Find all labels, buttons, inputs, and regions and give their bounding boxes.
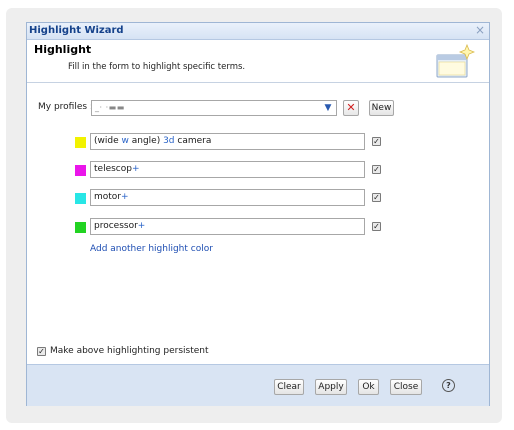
persistent-label: Make above highlighting persistent bbox=[50, 346, 209, 356]
new-profile-button[interactable]: New bbox=[369, 100, 394, 116]
color-swatch[interactable] bbox=[75, 193, 86, 204]
persistent-option[interactable]: ✓ Make above highlighting persistent bbox=[37, 346, 209, 356]
term-text: camera bbox=[174, 136, 212, 146]
color-swatch[interactable] bbox=[75, 222, 86, 233]
term-operator: + bbox=[131, 164, 140, 174]
persistent-checkbox[interactable]: ✓ bbox=[37, 347, 46, 356]
term-input[interactable]: processor+ bbox=[90, 218, 365, 235]
enable-checkbox[interactable]: ✓ bbox=[372, 137, 381, 146]
window-title: Highlight Wizard bbox=[29, 25, 124, 36]
close-icon[interactable]: × bbox=[475, 24, 485, 36]
button-bar: Clear Apply Ok Close ? bbox=[27, 364, 489, 406]
highlight-wizard-dialog: Highlight Wizard × Highlight Fill in the… bbox=[26, 22, 490, 406]
highlight-row: motor+ ✓ bbox=[75, 189, 415, 206]
term-operator: w bbox=[121, 136, 129, 146]
term-text: telescop bbox=[94, 164, 132, 174]
term-operator: + bbox=[137, 221, 146, 231]
term-input[interactable]: telescop+ bbox=[90, 161, 365, 178]
enable-checkbox[interactable]: ✓ bbox=[372, 165, 381, 174]
header-subtitle: Fill in the form to highlight specific t… bbox=[68, 62, 246, 72]
term-text: angle) bbox=[128, 136, 164, 146]
wizard-header: Highlight Fill in the form to highlight … bbox=[27, 40, 489, 83]
clear-button[interactable]: Clear bbox=[274, 379, 304, 395]
title-bar: Highlight Wizard × bbox=[27, 23, 489, 40]
delete-profile-button[interactable]: ✕ bbox=[343, 100, 359, 116]
profile-select[interactable]: _· ·▬▬ ▼ bbox=[91, 100, 337, 116]
color-swatch[interactable] bbox=[75, 165, 86, 176]
term-input[interactable]: motor+ bbox=[90, 189, 365, 206]
highlight-row: (wide w angle) 3d camera ✓ bbox=[75, 133, 415, 150]
term-text: processor bbox=[94, 221, 138, 231]
enable-checkbox[interactable]: ✓ bbox=[372, 193, 381, 202]
ok-button[interactable]: Ok bbox=[358, 379, 379, 395]
add-highlight-color-link[interactable]: Add another highlight color bbox=[90, 244, 213, 254]
header-title: Highlight bbox=[34, 43, 92, 56]
profile-selected-value: _· ·▬▬ bbox=[95, 103, 125, 112]
color-swatch[interactable] bbox=[75, 137, 86, 148]
term-text: (wide bbox=[94, 136, 122, 146]
term-operator: 3d bbox=[163, 136, 175, 146]
highlight-row: telescop+ ✓ bbox=[75, 161, 415, 178]
profiles-label: My profiles : bbox=[38, 102, 93, 112]
term-operator: + bbox=[121, 192, 129, 202]
help-icon[interactable]: ? bbox=[442, 379, 455, 392]
term-input[interactable]: (wide w angle) 3d camera bbox=[90, 133, 365, 150]
apply-button[interactable]: Apply bbox=[315, 379, 347, 395]
enable-checkbox[interactable]: ✓ bbox=[372, 222, 381, 231]
close-button[interactable]: Close bbox=[390, 379, 422, 395]
highlight-row: processor+ ✓ bbox=[75, 218, 415, 235]
term-text: motor bbox=[94, 192, 122, 202]
wizard-window-icon bbox=[436, 43, 475, 78]
chevron-down-icon[interactable]: ▼ bbox=[322, 102, 334, 114]
